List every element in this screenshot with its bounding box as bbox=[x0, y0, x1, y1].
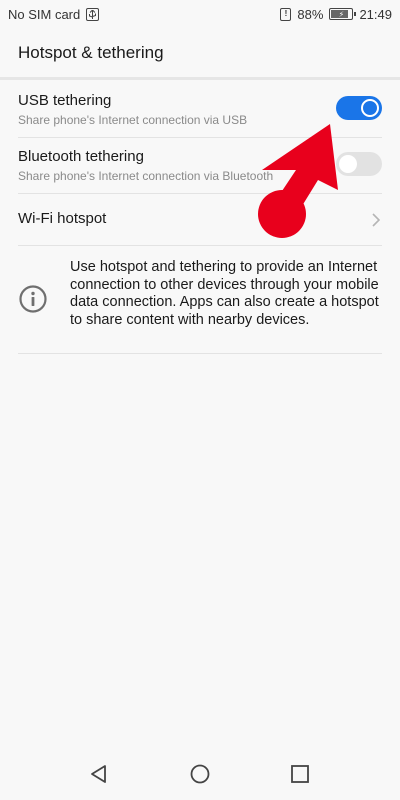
info-block: Use hotspot and tethering to provide an … bbox=[18, 246, 382, 354]
recents-icon[interactable] bbox=[288, 762, 312, 786]
wifi-hotspot-title: Wi-Fi hotspot bbox=[18, 210, 107, 227]
status-left: No SIM card bbox=[8, 6, 100, 22]
usb-tethering-switch[interactable] bbox=[336, 96, 382, 120]
info-text: Use hotspot and tethering to provide an … bbox=[70, 259, 379, 328]
status-right: ! 88% ⚡ 21:49 bbox=[280, 7, 392, 22]
info-icon bbox=[19, 285, 47, 313]
bluetooth-tethering-switch[interactable] bbox=[336, 152, 382, 176]
sim-alert-icon: ! bbox=[280, 7, 292, 21]
page-title: Hotspot & tethering bbox=[18, 42, 164, 62]
home-icon[interactable] bbox=[188, 762, 212, 786]
battery-charging-icon: ⚡ bbox=[329, 8, 357, 20]
chevron-right-icon bbox=[372, 213, 381, 227]
navigation-bar bbox=[0, 748, 400, 800]
back-icon[interactable] bbox=[87, 762, 111, 786]
page-title-bar: Hotspot & tethering bbox=[0, 28, 400, 80]
annotation-arrow bbox=[258, 124, 338, 238]
status-bar: No SIM card ! 88% ⚡ 21:49 bbox=[0, 0, 400, 28]
bluetooth-tethering-title: Bluetooth tethering bbox=[18, 148, 144, 165]
battery-percent: 88% bbox=[297, 6, 324, 22]
carrier-text: No SIM card bbox=[8, 6, 81, 22]
switch-knob bbox=[361, 99, 379, 117]
usb-icon bbox=[86, 7, 100, 21]
usb-tethering-title: USB tethering bbox=[18, 92, 112, 109]
clock: 21:49 bbox=[359, 6, 392, 22]
